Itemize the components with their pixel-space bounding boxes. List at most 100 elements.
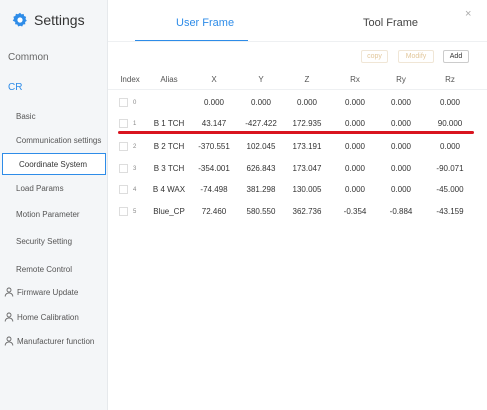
cell-ry: 0.000	[390, 164, 412, 173]
header-ry: Ry	[396, 75, 406, 84]
cell-z: 0.000	[296, 98, 318, 107]
home-calibration-link[interactable]: Home Calibration	[4, 312, 79, 322]
cell-y: 0.000	[250, 98, 272, 107]
firmware-update-link[interactable]: Firmware Update	[4, 287, 78, 297]
row-checkbox[interactable]	[119, 207, 128, 216]
cell-x: 0.000	[203, 98, 225, 107]
row-checkbox[interactable]	[119, 185, 128, 194]
person-icon	[4, 336, 14, 346]
cell-alias: B 2 TCH	[153, 142, 185, 151]
firmware-update-label: Firmware Update	[17, 287, 79, 297]
cell-y: 102.045	[246, 142, 276, 151]
cell-y: 580.550	[246, 207, 276, 216]
red-annotation-line	[118, 131, 474, 134]
table-row[interactable]: 4 B 4 WAX -74.498 381.298 130.005 0.000 …	[108, 180, 487, 202]
cell-x: 72.460	[201, 207, 227, 216]
cell-rx: 0.000	[344, 142, 366, 151]
cell-z: 172.935	[292, 119, 322, 128]
cell-rx: 0.000	[344, 119, 366, 128]
sidebar-item-remote-control[interactable]: Remote Control	[0, 258, 106, 280]
tab-divider	[108, 41, 487, 42]
row-index: 4	[133, 187, 137, 193]
cell-ry: 0.000	[390, 142, 412, 151]
manufacturer-function-label: Manufacturer function	[17, 336, 95, 346]
cell-rx: 0.000	[344, 185, 366, 194]
row-checkbox[interactable]	[119, 98, 128, 107]
copy-button[interactable]: copy	[361, 50, 388, 63]
cell-rz: -43.159	[436, 207, 464, 216]
cell-y: -427.422	[245, 119, 277, 128]
cell-rz: -45.000	[436, 185, 464, 194]
sidebar-item-coordinate-system[interactable]: Coordinate System	[2, 153, 106, 175]
table-row[interactable]: 0 0.000 0.000 0.000 0.000 0.000 0.000	[108, 93, 487, 115]
cell-y: 381.298	[246, 185, 276, 194]
row-index: 2	[133, 144, 137, 150]
section-cr[interactable]: CR	[8, 82, 22, 93]
cell-rx: 0.000	[344, 164, 366, 173]
cell-rz: 0.000	[439, 142, 461, 151]
header-index: Index	[120, 75, 140, 84]
modify-button[interactable]: Modify	[398, 50, 434, 63]
app-title-text: Settings	[34, 12, 85, 28]
row-checkbox[interactable]	[119, 164, 128, 173]
cell-x: -370.551	[198, 142, 230, 151]
row-checkbox[interactable]	[119, 142, 128, 151]
sidebar-item-communication-settings[interactable]: Communication settings	[0, 129, 106, 151]
row-index: 5	[133, 209, 137, 215]
cell-z: 362.736	[292, 207, 322, 216]
cell-ry: -0.884	[389, 207, 413, 216]
tab-user-frame[interactable]: User Frame	[176, 17, 234, 29]
cell-rz: -90.071	[436, 164, 464, 173]
row-index: 1	[133, 121, 137, 127]
cell-x: -354.001	[198, 164, 230, 173]
cell-z: 173.191	[292, 142, 322, 151]
header-y: Y	[258, 75, 264, 84]
settings-window: Settings Common CR Basic Communication s…	[0, 0, 487, 410]
cell-z: 130.005	[292, 185, 322, 194]
header-x: X	[211, 75, 217, 84]
cell-ry: 0.000	[390, 185, 412, 194]
cell-rz: 0.000	[439, 98, 461, 107]
sidebar-item-load-params[interactable]: Load Params	[0, 177, 106, 199]
cell-rz: 90.000	[437, 119, 463, 128]
header-rx: Rx	[350, 75, 360, 84]
gear-icon	[12, 12, 27, 27]
table-row[interactable]: 3 B 3 TCH -354.001 626.843 173.047 0.000…	[108, 159, 487, 181]
person-icon	[4, 312, 14, 322]
cell-x: -74.498	[200, 185, 228, 194]
tab-tool-frame[interactable]: Tool Frame	[363, 17, 418, 29]
cell-ry: 0.000	[390, 98, 412, 107]
app-title: Settings	[12, 10, 85, 30]
section-common[interactable]: Common	[8, 52, 49, 63]
table-header: Index Alias X Y Z Rx Ry Rz	[108, 70, 487, 90]
table-row[interactable]: 2 B 2 TCH -370.551 102.045 173.191 0.000…	[108, 137, 487, 159]
cell-alias: Blue_CP	[153, 207, 185, 216]
home-calibration-label: Home Calibration	[17, 312, 79, 322]
cell-ry: 0.000	[390, 119, 412, 128]
main-panel: User Frame Tool Frame × copy Modify Add …	[108, 0, 487, 410]
cell-alias: B 3 TCH	[153, 164, 185, 173]
header-alias: Alias	[160, 75, 178, 84]
row-index: 3	[133, 166, 137, 172]
add-button[interactable]: Add	[443, 50, 469, 63]
header-z: Z	[304, 75, 310, 84]
cell-rx: 0.000	[344, 98, 366, 107]
close-icon[interactable]: ×	[465, 8, 471, 20]
header-rz: Rz	[445, 75, 455, 84]
cell-rx: -0.354	[343, 207, 367, 216]
manufacturer-function-link[interactable]: Manufacturer function	[4, 336, 94, 346]
row-checkbox[interactable]	[119, 119, 128, 128]
table-row[interactable]: 5 Blue_CP 72.460 580.550 362.736 -0.354 …	[108, 202, 487, 224]
cell-alias: B 4 WAX	[152, 185, 186, 194]
cell-alias: B 1 TCH	[153, 119, 185, 128]
row-index: 0	[133, 100, 137, 106]
person-icon	[4, 287, 14, 297]
sidebar: Settings Common CR Basic Communication s…	[0, 0, 108, 410]
cell-y: 626.843	[246, 164, 276, 173]
active-tab-indicator	[135, 40, 248, 41]
cell-x: 43.147	[201, 119, 227, 128]
cell-z: 173.047	[292, 164, 322, 173]
sidebar-item-security-setting[interactable]: Security Setting	[0, 230, 106, 252]
sidebar-item-basic[interactable]: Basic	[0, 105, 106, 127]
sidebar-item-motion-parameter[interactable]: Motion Parameter	[0, 203, 106, 225]
